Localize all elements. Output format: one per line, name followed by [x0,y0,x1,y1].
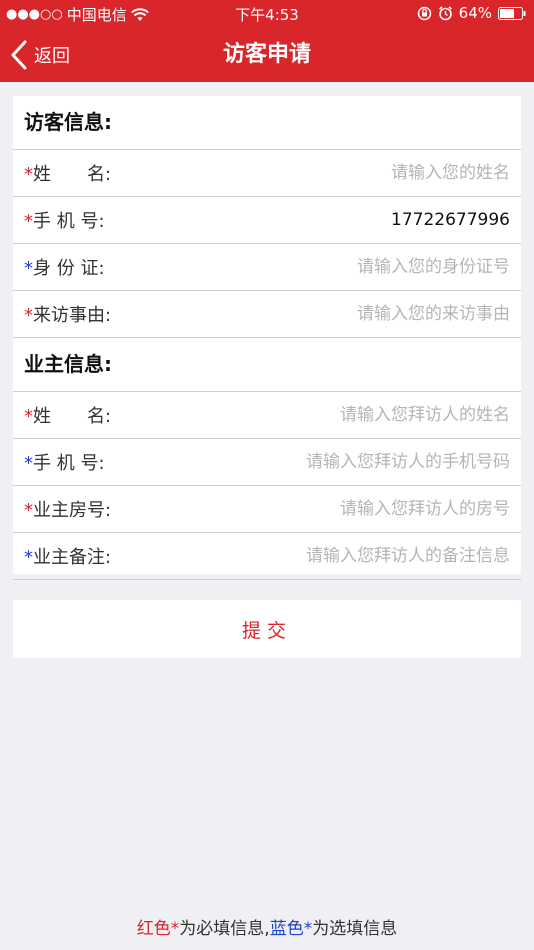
visitor-name-row: *姓 名: [13,150,521,197]
nav-bar: 返回 访客申请 [0,28,534,82]
required-star: * [24,500,33,521]
optional-star: * [24,453,33,474]
owner-room-row: *业主房号: [13,486,521,533]
visitor-phone-label: *手 机 号: [24,211,105,232]
visitor-phone-row: *手 机 号: [13,197,521,244]
visit-reason-input[interactable] [144,304,510,324]
required-star: * [24,305,33,326]
owner-room-label: *业主房号: [24,500,112,521]
legend-blue-star: * [303,919,313,939]
required-star: * [24,406,33,427]
owner-phone-row: *手 机 号: [13,439,521,486]
visitor-name-input[interactable] [144,163,510,183]
owner-note-label: *业主备注: [24,547,112,568]
owner-phone-input[interactable] [144,452,510,472]
legend-required-text: 为必填信息, [179,919,270,939]
legend-optional-text: 为选填信息 [312,919,398,939]
visitor-phone-input[interactable] [144,210,510,230]
visitor-id-input[interactable] [144,257,510,277]
legend-red-word: 红色 [136,919,171,939]
visit-reason-row: *来访事由: [13,291,521,338]
required-star: * [24,211,33,232]
alarm-icon [438,5,452,20]
visitor-name-label: *姓 名: [24,164,112,185]
footer-legend: 红色*为必填信息,蓝色*为选填信息 [0,914,534,939]
visitor-id-row: *身 份 证: [13,244,521,291]
required-star: * [24,164,33,185]
optional-star: * [24,547,33,568]
chevron-left-icon [11,40,27,70]
visitor-section-title: 访客信息: [13,96,521,150]
owner-name-row: *姓 名: [13,392,521,439]
back-label: 返回 [34,46,70,67]
owner-name-label: *姓 名: [24,406,112,427]
owner-section-title: 业主信息: [13,338,521,392]
form-card: 访客信息: *姓 名: *手 机 号: *身 份 证: *来访事由: 业主信息:… [13,96,521,580]
status-bar: ●●●○○ 中国电信 下午4:53 64% [0,0,534,28]
lock-rotation-icon [417,6,431,20]
owner-room-input[interactable] [144,499,510,519]
back-button[interactable]: 返回 [10,28,70,82]
legend-blue-word: 蓝色 [269,919,304,939]
page-title: 访客申请 [222,42,311,67]
owner-name-input[interactable] [144,405,510,425]
owner-note-input[interactable] [144,546,510,566]
battery-icon [498,6,526,20]
optional-star: * [24,258,33,279]
visit-reason-label: *来访事由: [24,305,112,326]
status-right: 64% [417,4,526,22]
owner-note-row: *业主备注: [13,533,521,580]
battery-percent: 64% [458,4,492,22]
visitor-id-label: *身 份 证: [24,258,105,279]
owner-phone-label: *手 机 号: [24,453,105,474]
submit-button[interactable]: 提交 [13,600,521,658]
